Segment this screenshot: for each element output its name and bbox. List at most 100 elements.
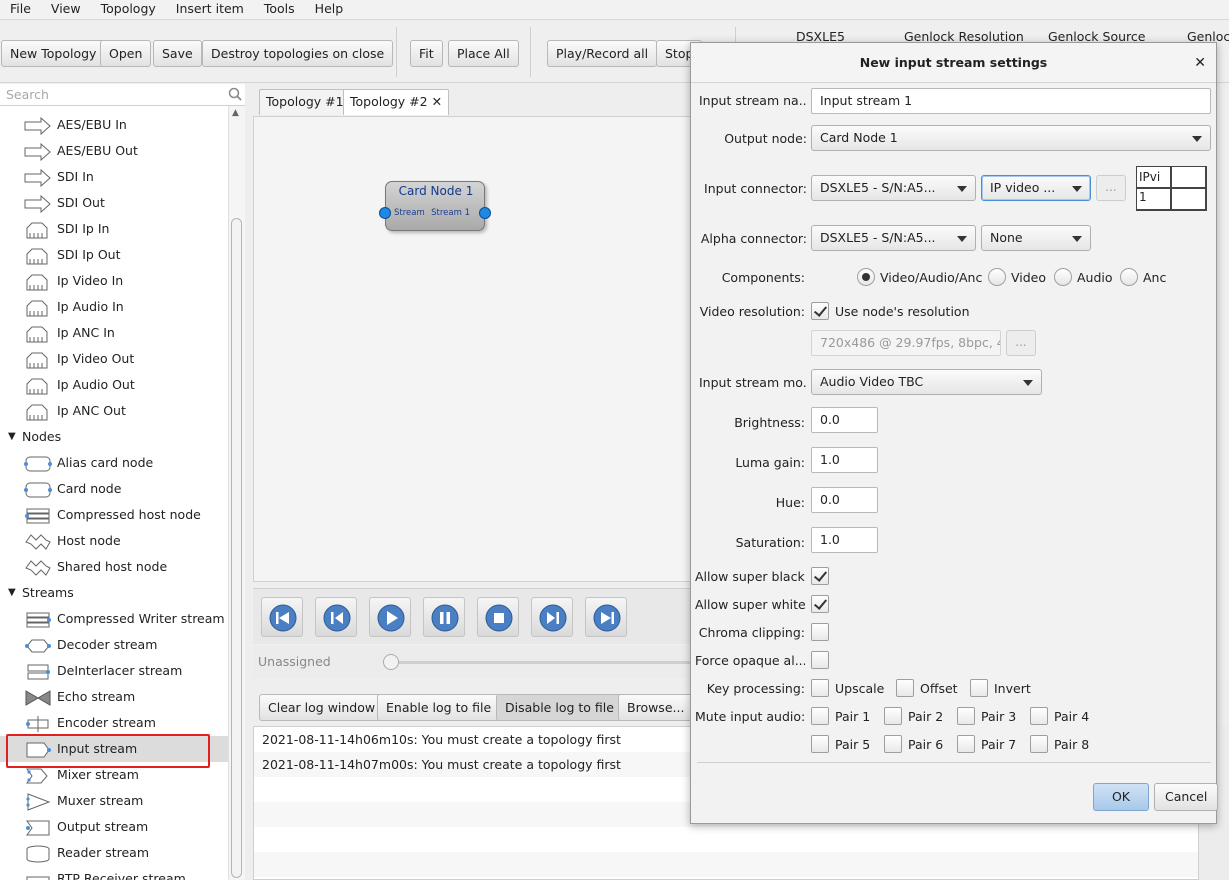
mute-pair-3-checkbox[interactable] bbox=[957, 707, 975, 725]
tree-item-deinterlacer-stream[interactable]: DeInterlacer stream bbox=[0, 658, 228, 684]
tree-item-decoder-stream[interactable]: Decoder stream bbox=[0, 632, 228, 658]
tree-item-aes-ebu-in[interactable]: AES/EBU In bbox=[0, 112, 228, 138]
tree-item-ip-audio-in[interactable]: Ip Audio In bbox=[0, 294, 228, 320]
saturation-input[interactable]: 1.0 bbox=[811, 527, 878, 553]
force-opaque-checkbox[interactable] bbox=[811, 651, 829, 669]
menu-view[interactable]: View bbox=[41, 0, 91, 19]
alpha-connector-card-select[interactable]: DSXLE5 - S/N:A5... bbox=[811, 225, 976, 251]
input-port[interactable] bbox=[379, 207, 391, 219]
tab-topology-1[interactable]: Topology #1 bbox=[259, 89, 351, 115]
tree-item-mixer-stream[interactable]: Mixer stream bbox=[0, 762, 228, 788]
stop-playback-button[interactable] bbox=[477, 597, 519, 637]
tree-item-ip-audio-out[interactable]: Ip Audio Out bbox=[0, 372, 228, 398]
components-radio-video[interactable] bbox=[988, 268, 1006, 286]
topology-canvas[interactable]: Card Node 1 Stream Stream 1 bbox=[253, 116, 693, 582]
tree-item-card-node[interactable]: Card node bbox=[0, 476, 228, 502]
step-back-button[interactable] bbox=[315, 597, 357, 637]
luma-gain-input[interactable]: 1.0 bbox=[811, 447, 878, 473]
collapse-triangle-icon[interactable]: ▼ bbox=[8, 580, 16, 606]
destroy-topologies-button[interactable]: Destroy topologies on close bbox=[202, 40, 394, 67]
stream-mode-select[interactable]: Audio Video TBC bbox=[811, 369, 1042, 395]
menu-topology[interactable]: Topology bbox=[91, 0, 166, 19]
place-all-button[interactable]: Place All bbox=[448, 40, 519, 67]
step-forward-button[interactable] bbox=[531, 597, 573, 637]
tree-item-alias-card-node[interactable]: Alias card node bbox=[0, 450, 228, 476]
menu-tools[interactable]: Tools bbox=[254, 0, 305, 19]
tree-item-rtp-receiver-stream[interactable]: RTP Receiver stream bbox=[0, 866, 228, 880]
hue-input[interactable]: 0.0 bbox=[811, 487, 878, 513]
fit-button[interactable]: Fit bbox=[410, 40, 443, 67]
super-black-checkbox[interactable] bbox=[811, 567, 829, 585]
skip-end-button[interactable] bbox=[585, 597, 627, 637]
mute-pair-1-checkbox[interactable] bbox=[811, 707, 829, 725]
browse-button[interactable]: Browse... bbox=[618, 694, 694, 721]
tree-item-ip-video-in[interactable]: Ip Video In bbox=[0, 268, 228, 294]
cancel-button[interactable]: Cancel bbox=[1154, 783, 1219, 811]
input-connector-type-select[interactable]: IP video ... bbox=[981, 175, 1091, 201]
tree-group-nodes[interactable]: ▼ Nodes bbox=[0, 424, 228, 450]
tree-item-sdi-ip-in[interactable]: SDI Ip In bbox=[0, 216, 228, 242]
super-white-checkbox[interactable] bbox=[811, 595, 829, 613]
connector-grid-cell[interactable] bbox=[1136, 188, 1171, 210]
new-topology-button[interactable]: New Topology bbox=[1, 40, 106, 67]
open-button[interactable]: Open bbox=[100, 40, 152, 67]
mute-pair-8-checkbox[interactable] bbox=[1030, 735, 1048, 753]
alpha-connector-type-select[interactable]: None bbox=[981, 225, 1091, 251]
connector-grid-cell[interactable]: IPvi 1 bbox=[1136, 166, 1171, 204]
mute-pair-6-checkbox[interactable] bbox=[884, 735, 902, 753]
search-icon[interactable] bbox=[228, 87, 242, 101]
skip-start-button[interactable] bbox=[261, 597, 303, 637]
tree-group-streams[interactable]: ▼ Streams bbox=[0, 580, 228, 606]
use-node-resolution-checkbox[interactable] bbox=[811, 302, 829, 320]
menu-file[interactable]: File bbox=[0, 0, 41, 19]
play-record-all-button[interactable]: Play/Record all bbox=[547, 40, 658, 67]
clear-log-button[interactable]: Clear log window bbox=[259, 694, 385, 721]
close-icon[interactable]: ✕ bbox=[432, 94, 442, 109]
tree-item-ip-anc-out[interactable]: Ip ANC Out bbox=[0, 398, 228, 424]
chroma-clipping-checkbox[interactable] bbox=[811, 623, 829, 641]
play-button[interactable] bbox=[369, 597, 411, 637]
scrollbar-thumb[interactable] bbox=[231, 218, 242, 878]
tree-item-compressed-writer-stream[interactable]: Compressed Writer stream bbox=[0, 606, 228, 632]
tree-item-sdi-ip-out[interactable]: SDI Ip Out bbox=[0, 242, 228, 268]
input-connector-card-select[interactable]: DSXLE5 - S/N:A5... bbox=[811, 175, 976, 201]
tree-item-reader-stream[interactable]: Reader stream bbox=[0, 840, 228, 866]
tree-item-aes-ebu-out[interactable]: AES/EBU Out bbox=[0, 138, 228, 164]
mute-pair-5-checkbox[interactable] bbox=[811, 735, 829, 753]
sidebar-scrollbar[interactable]: ▲ bbox=[228, 106, 245, 880]
tree-item-compressed-host-node[interactable]: Compressed host node bbox=[0, 502, 228, 528]
pause-button[interactable] bbox=[423, 597, 465, 637]
tree-item-echo-stream[interactable]: Echo stream bbox=[0, 684, 228, 710]
mute-pair-2-checkbox[interactable] bbox=[884, 707, 902, 725]
components-radio-anc[interactable] bbox=[1120, 268, 1138, 286]
components-radio-video-audio-anc[interactable] bbox=[857, 268, 875, 286]
collapse-triangle-icon[interactable]: ▼ bbox=[8, 424, 16, 450]
components-radio-audio[interactable] bbox=[1054, 268, 1072, 286]
key-offset-checkbox[interactable] bbox=[896, 679, 914, 697]
tree-item-input-stream[interactable]: Input stream bbox=[0, 736, 228, 762]
tree-item-ip-video-out[interactable]: Ip Video Out bbox=[0, 346, 228, 372]
key-invert-checkbox[interactable] bbox=[970, 679, 988, 697]
connector-grid-cell[interactable] bbox=[1171, 188, 1206, 210]
timeline-track[interactable] bbox=[385, 661, 693, 664]
search-input[interactable] bbox=[0, 84, 220, 104]
menu-insert-item[interactable]: Insert item bbox=[166, 0, 254, 19]
enable-log-to-file-button[interactable]: Enable log to file bbox=[377, 694, 501, 721]
key-upscale-checkbox[interactable] bbox=[811, 679, 829, 697]
tree-item-ip-anc-in[interactable]: Ip ANC In bbox=[0, 320, 228, 346]
save-button[interactable]: Save bbox=[153, 40, 202, 67]
disable-log-to-file-button[interactable]: Disable log to file bbox=[496, 694, 623, 721]
tree-item-shared-host-node[interactable]: Shared host node bbox=[0, 554, 228, 580]
scroll-up-icon[interactable]: ▲ bbox=[232, 108, 239, 118]
tree-item-sdi-in[interactable]: SDI In bbox=[0, 164, 228, 190]
connector-grid-cell[interactable] bbox=[1171, 166, 1206, 188]
timeline-slider-knob[interactable] bbox=[383, 654, 399, 670]
menu-help[interactable]: Help bbox=[305, 0, 354, 19]
output-node-select[interactable]: Card Node 1 bbox=[811, 125, 1211, 151]
stream-name-input[interactable]: Input stream 1 bbox=[811, 88, 1211, 114]
tree-item-muxer-stream[interactable]: Muxer stream bbox=[0, 788, 228, 814]
brightness-input[interactable]: 0.0 bbox=[811, 407, 878, 433]
close-icon[interactable]: ✕ bbox=[1194, 55, 1206, 71]
card-node[interactable]: Card Node 1 Stream Stream 1 bbox=[379, 181, 491, 231]
tree-item-sdi-out[interactable]: SDI Out bbox=[0, 190, 228, 216]
